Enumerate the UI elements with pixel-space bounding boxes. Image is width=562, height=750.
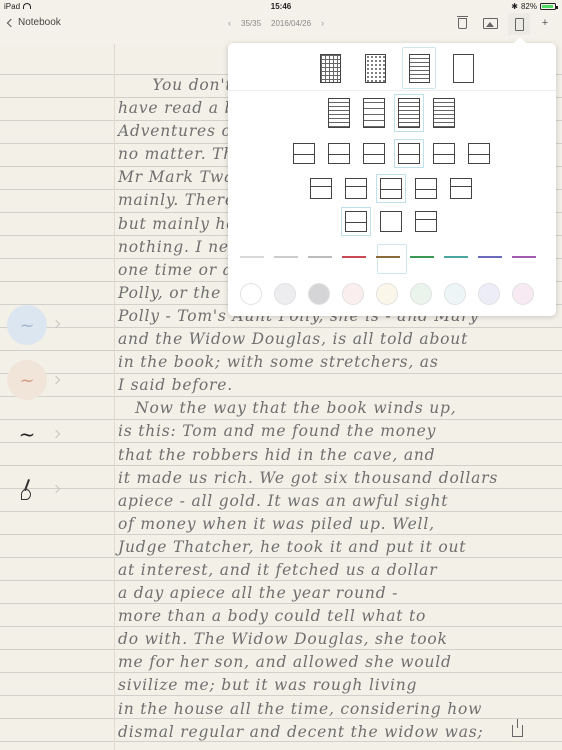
trash-icon [456,15,468,29]
paper-color-option[interactable] [376,283,398,305]
handwriting-line: at interest, and it fetched us a dollar [118,560,438,579]
bluetooth-icon: ✱ [511,2,518,11]
dotted-paper-option[interactable] [365,54,386,83]
paper-style-button[interactable] [508,13,530,35]
handwriting-line: Judge Thatcher, he took it and put it ou… [118,537,467,556]
layout-option[interactable] [433,143,455,164]
handwriting-line: is this: Tom and me found the money [118,422,437,441]
layout-option[interactable] [380,211,402,232]
margin-line [114,44,115,750]
page-icon [514,17,524,31]
handwriting-line: that the robbers hid in the cave, and [118,445,436,464]
layout-option[interactable] [450,178,472,199]
battery-percent: 82% [520,2,537,11]
black-pen-button[interactable]: ~ [7,414,47,454]
selected-ink-highlight [377,244,407,274]
ink-color-option[interactable] [512,256,536,258]
paper-color-option[interactable] [308,283,330,305]
handwriting-line: Now the way that the book winds up, [118,399,457,418]
layout-option[interactable] [345,178,367,199]
handwriting-line: in the book; with some stretchers, as [118,353,439,372]
toolbar: Notebook ‹ 35/35 2016/04/26 › + [0,13,562,43]
handwriting-line: and the Widow Douglas, is all told about [118,330,469,349]
chevron-left-icon [6,18,16,27]
layout-option[interactable] [363,143,385,164]
layout-option[interactable] [415,211,437,232]
line-spacing-option[interactable] [328,98,350,128]
page-indicator: ‹ 35/35 2016/04/26 › [228,18,324,28]
insert-image-button[interactable] [482,15,498,31]
orange-pen-button[interactable]: ~ [7,360,47,400]
handwriting-line: do with. The Widow Douglas, she took [118,630,448,649]
handwriting-line: of money when it was piled up. Well, [118,514,435,533]
brush-icon [20,479,34,500]
delete-page-button[interactable] [454,15,470,31]
layout-option[interactable] [468,143,490,164]
paper-style-popover [228,37,556,316]
layout-option[interactable] [310,178,332,199]
status-right: ✱ 82% [511,2,558,11]
handwriting-line: sivilize me; but it was rough living [118,676,418,695]
layout-option-selected[interactable] [376,174,406,203]
handwriting-line: more than a body could tell what to [118,607,427,626]
handwriting-line: a day apiece all the year round - [118,584,399,603]
prev-page-button[interactable]: ‹ [228,18,231,28]
divider [228,90,556,91]
layout-option[interactable] [415,178,437,199]
ink-color-option[interactable] [342,256,366,258]
paper-color-option[interactable] [478,283,500,305]
layout-option[interactable] [293,143,315,164]
brush-pen-button[interactable] [7,469,47,509]
ink-color-option[interactable] [478,256,502,258]
handwriting-line: me for her son, and allowed she would [118,653,452,672]
image-icon [482,17,498,29]
page-count: 35/35 [241,18,262,28]
paper-color-option[interactable] [444,283,466,305]
paper-color-option[interactable] [274,283,296,305]
paper-color-option[interactable] [342,283,364,305]
status-bar: iPad 15:46 ✱ 82% [0,0,562,13]
blue-pen-button[interactable]: ~ [7,305,47,345]
ink-color-option[interactable] [308,256,332,258]
pen-stroke-icon: ~ [18,422,36,446]
ink-color-option[interactable] [240,256,264,258]
battery-icon [540,3,558,10]
pen-stroke-icon: ~ [19,369,35,391]
share-icon[interactable] [512,719,523,737]
handwriting-line: it made us rich. We got six thousand dol… [118,468,499,487]
layout-option-selected[interactable] [341,207,371,236]
line-spacing-option[interactable] [433,98,455,128]
ink-color-option[interactable] [410,256,434,258]
next-page-button[interactable]: › [321,18,324,28]
handwriting-line: apiece - all gold. It was an awful sight [118,491,449,510]
layout-option-selected[interactable] [394,139,424,168]
paper-color-option[interactable] [240,283,262,305]
page-date: 2016/04/26 [271,18,312,28]
handwriting-line: dismal regular and decent the widow was; [118,722,484,741]
back-label: Notebook [18,17,61,28]
status-time: 15:46 [270,2,292,11]
paper-color-option[interactable] [410,283,432,305]
handwriting-line: in the house all the time, considering h… [118,699,483,718]
pen-stroke-icon: ~ [19,314,35,336]
ink-color-option[interactable] [444,256,468,258]
add-page-button[interactable]: + [537,15,553,31]
line-spacing-option-selected[interactable] [394,94,424,132]
ink-color-option[interactable] [274,256,298,258]
blank-paper-option[interactable] [453,54,474,83]
handwriting-line: I said before. [118,376,233,395]
grid-paper-option[interactable] [320,54,341,83]
paper-color-option[interactable] [512,283,534,305]
line-spacing-option[interactable] [363,98,385,128]
ink-color-option[interactable] [376,256,400,258]
layout-option[interactable] [328,143,350,164]
lined-paper-option[interactable] [409,54,430,83]
back-button[interactable]: Notebook [6,17,61,28]
